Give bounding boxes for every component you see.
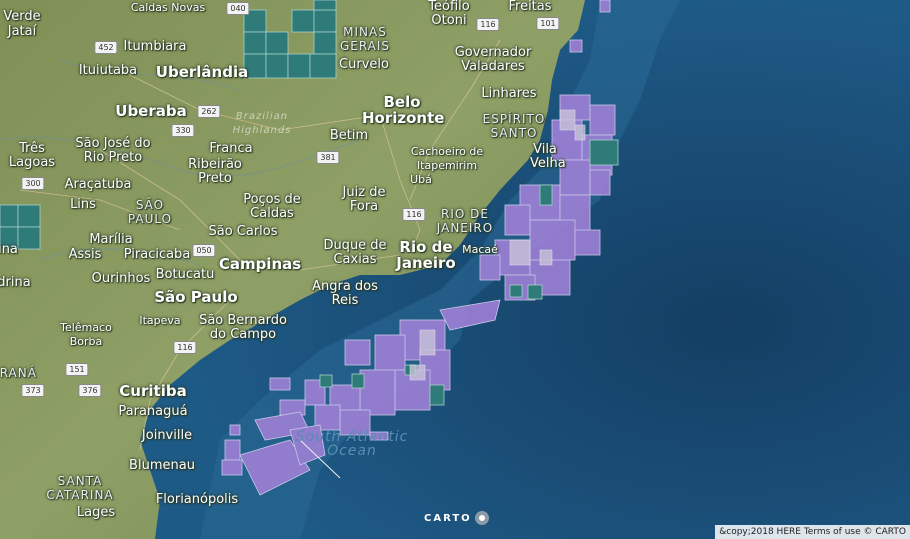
ocean-south-atlantic: South Atlantic Ocean: [295, 429, 409, 459]
city-freitas: Freitas: [508, 0, 552, 14]
shield-373: 373: [21, 384, 45, 397]
shield-040: 040: [226, 2, 250, 15]
city-telemaco-borba: Telêmaco Borba: [60, 321, 112, 348]
shield-381: 381: [316, 151, 340, 164]
city-joinville: Joinville: [141, 428, 193, 443]
shield-300: 300: [21, 177, 45, 190]
city-vila-velha: Vila Velha: [530, 142, 566, 171]
carto-logo-icon: [474, 511, 489, 525]
city-drina: drina: [0, 275, 31, 290]
city-franca: Franca: [209, 141, 253, 156]
city-jatai: Jataí: [7, 24, 37, 39]
state-rio-de-janeiro: RIO DE JANEIRO: [436, 207, 494, 235]
city-angra-dos-reis: Angra dos Reis: [312, 279, 378, 308]
shield-376: 376: [78, 384, 102, 397]
city-sao-paulo: São Paulo: [154, 288, 238, 306]
city-assis: Assis: [68, 247, 102, 262]
state-parana: PARANÁ: [0, 366, 37, 380]
city-caldas-novas: Caldas Novas: [130, 1, 206, 14]
city-betim: Betim: [329, 128, 369, 143]
carto-logo-text: CARTO: [424, 512, 472, 524]
city-marilia: Marília: [89, 232, 133, 247]
city-itumbiara: Itumbiara: [123, 39, 187, 54]
city-uberlandia: Uberlândia: [155, 63, 249, 81]
shield-116-east: 116: [476, 18, 500, 31]
city-paranagua: Paranaguá: [118, 404, 188, 419]
state-santa-catarina: SANTA CATARINA: [46, 474, 114, 502]
shield-116-north: 116: [402, 208, 426, 221]
city-linhares: Linhares: [481, 86, 537, 101]
city-campinas: Campinas: [218, 255, 302, 273]
city-sao-carlos: São Carlos: [208, 224, 278, 239]
city-juiz-de-fora: Juiz de Fora: [342, 185, 386, 214]
city-piracicaba: Piracicaba: [123, 247, 191, 262]
city-lages: Lages: [76, 505, 116, 520]
city-uba: Ubá: [410, 173, 432, 186]
city-blumenau: Blumenau: [129, 458, 195, 473]
city-curvelo: Curvelo: [339, 57, 389, 72]
city-aracatuba: Araçatuba: [64, 177, 132, 192]
city-sao-jose-rio-preto: São José do Rio Preto: [75, 136, 151, 165]
shield-330: 330: [171, 124, 195, 137]
city-ituiutaba: Ituiutaba: [78, 63, 138, 78]
shield-116-south: 116: [173, 341, 197, 354]
city-lins: Lins: [70, 197, 96, 212]
city-florianopolis: Florianópolis: [155, 492, 239, 507]
city-ribeirao-preto: Ribeirão Preto: [188, 157, 242, 186]
city-teofilo-otoni: Teófilo Otoni: [428, 0, 470, 28]
shield-050: 050: [192, 244, 216, 257]
city-tres-lagoas: Três Lagoas: [8, 141, 56, 170]
city-botucatu: Botucatu: [155, 267, 215, 282]
attribution[interactable]: &copy;2018 HERE Terms of use © CARTO: [715, 525, 910, 539]
shield-452: 452: [94, 41, 118, 54]
state-minas-gerais: MINAS GERAIS: [339, 25, 391, 53]
city-ina: ina: [0, 242, 18, 257]
city-ourinhos: Ourinhos: [91, 271, 151, 286]
region-brazilian-highlands: Brazilian Highlands: [232, 111, 292, 136]
shield-262: 262: [197, 105, 221, 118]
state-sao-paulo: SÃO PAULO: [127, 198, 173, 226]
city-macae: Macaé: [462, 243, 498, 256]
city-pocos-de-caldas: Poços de Caldas: [243, 192, 301, 221]
shield-151: 151: [65, 363, 89, 376]
city-governador-valadares: Governador Valadares: [454, 45, 532, 74]
city-verde: Verde: [3, 9, 41, 24]
city-sao-bernardo: São Bernardo do Campo: [199, 313, 287, 342]
state-espirito-santo: ESPÍRITO SANTO: [482, 112, 546, 140]
city-uberaba: Uberaba: [115, 102, 187, 120]
city-cachoeiro: Cachoeiro de Itapemirim: [410, 145, 484, 172]
city-rio-de-janeiro: Rio de Janeiro: [396, 238, 456, 272]
shield-101: 101: [536, 17, 560, 30]
city-curitiba: Curitiba: [119, 382, 187, 400]
city-duque-de-caxias: Duque de Caxias: [323, 238, 387, 267]
carto-logo[interactable]: CARTO: [424, 511, 489, 525]
map-canvas[interactable]: Verde Jataí Caldas Novas Itumbiara Ituiu…: [0, 0, 910, 539]
city-itapeva: Itapeva: [139, 314, 181, 327]
city-belo-horizonte: Belo Horizonte: [362, 93, 445, 127]
